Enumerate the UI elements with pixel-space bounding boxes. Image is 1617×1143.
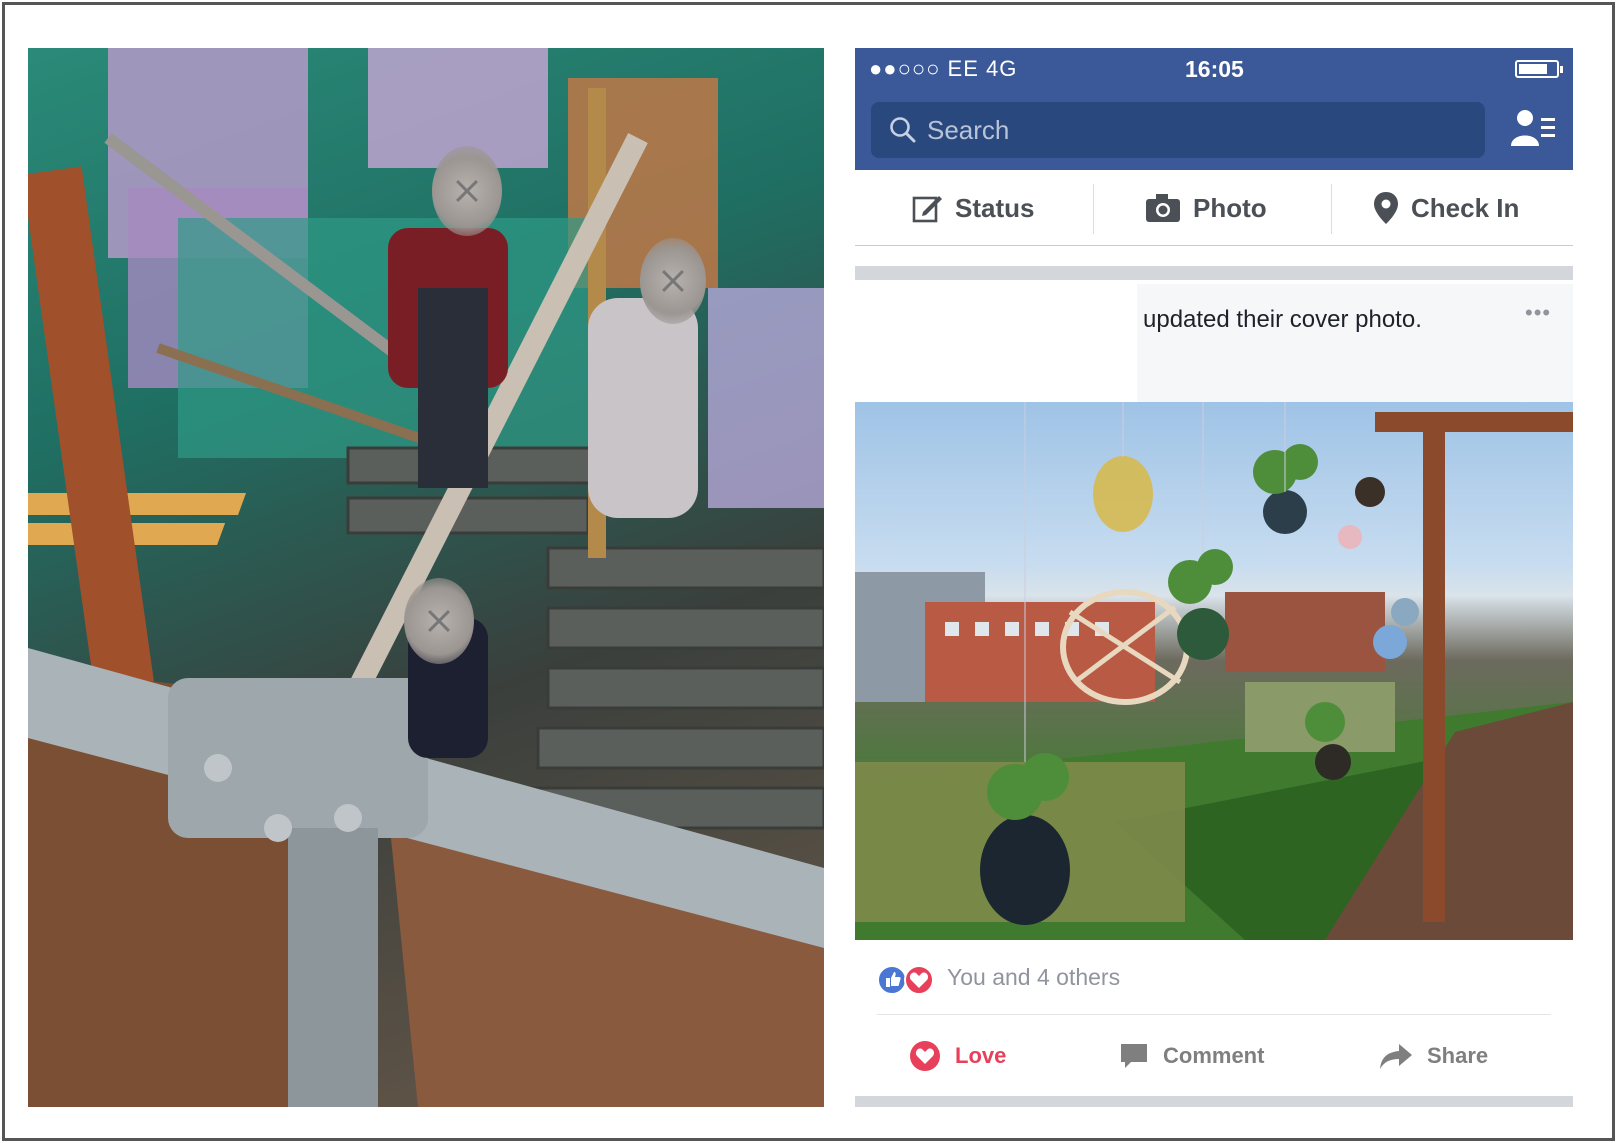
reactions-count: You and 4 others [947, 964, 1121, 990]
share-arrow-icon [1380, 1044, 1412, 1069]
search-placeholder: Search [927, 115, 1010, 145]
comment-icon [1121, 1044, 1147, 1068]
scaffold-stairs-illustration [28, 48, 824, 1107]
location-pin-icon [1374, 192, 1398, 224]
rooftop-garden-illustration [855, 402, 1573, 940]
comment-button[interactable]: Comment [1119, 1016, 1264, 1096]
search-icon [890, 117, 916, 143]
search-input[interactable]: Search [871, 102, 1485, 158]
scaffold-stairs-photo [28, 48, 824, 1107]
photo-label: Photo [1193, 192, 1267, 223]
divider [877, 1014, 1551, 1015]
reactions-bar[interactable]: You and 4 others [855, 940, 1573, 1016]
redacted-name-area [855, 284, 1137, 402]
share-label: Share [1427, 1043, 1489, 1068]
clock: 16:05 [1185, 56, 1244, 82]
like-love-reaction-icons [877, 965, 934, 995]
battery-icon [1515, 60, 1563, 78]
edit-icon [912, 196, 942, 223]
facebook-app-screen: ●●○○○ EE 4G 16:05 Search Status Photo Ch… [855, 48, 1573, 1107]
friends-list-icon[interactable] [1511, 108, 1557, 148]
status-label: Status [955, 192, 1035, 223]
post-actions: Love Comment Share [855, 1016, 1573, 1096]
heart-icon [910, 1041, 940, 1071]
cover-photo[interactable] [855, 402, 1573, 940]
love-label: Love [955, 1043, 1007, 1068]
more-options-icon[interactable]: ••• [1525, 300, 1551, 326]
blurred-face [432, 146, 502, 236]
top-bar: ●●○○○ EE 4G 16:05 Search [855, 48, 1573, 170]
love-button[interactable]: Love [909, 1016, 1006, 1096]
post-header: updated their cover photo. ••• [855, 284, 1573, 402]
blurred-face [640, 238, 706, 324]
camera-icon [1146, 194, 1180, 222]
blurred-face [404, 578, 474, 664]
composer-bar: Status Photo Check In [855, 170, 1573, 246]
check-in-button[interactable]: Check In [1373, 170, 1519, 246]
feed-separator [855, 1096, 1573, 1107]
feed-separator [855, 246, 1573, 284]
post-header-text: updated their cover photo. [1143, 306, 1422, 333]
divider [1093, 184, 1094, 234]
check-in-label: Check In [1411, 192, 1520, 223]
carrier-signal: ●●○○○ EE 4G [869, 56, 1018, 81]
divider [1331, 184, 1332, 234]
comment-label: Comment [1163, 1043, 1265, 1068]
photo-button[interactable]: Photo [1145, 170, 1267, 246]
share-button[interactable]: Share [1379, 1016, 1488, 1096]
status-button[interactable]: Status [911, 170, 1034, 246]
